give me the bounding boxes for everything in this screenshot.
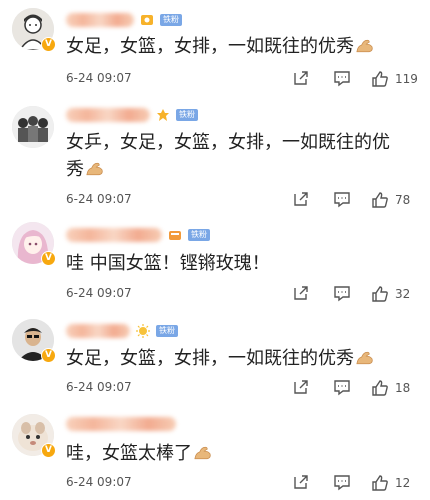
- thumbs-up-icon: [372, 71, 388, 87]
- comment-text: 女足，女篮，女排，一如既往的优秀: [66, 33, 400, 60]
- share-icon[interactable]: [292, 69, 312, 89]
- blurred-username: [66, 108, 150, 122]
- thumbs-up-icon: [372, 380, 388, 396]
- flexed-biceps-icon: [194, 446, 211, 460]
- avatar[interactable]: V: [12, 222, 56, 266]
- comment-time: 6-24 09:07: [66, 475, 132, 489]
- comment-time: 6-24 09:07: [66, 192, 132, 206]
- username-row[interactable]: 铁粉: [66, 226, 210, 244]
- comment-meta: 6-24 09:07 12: [66, 473, 418, 493]
- like-count: 18: [395, 381, 411, 395]
- verified-badge-icon: V: [41, 348, 56, 363]
- share-icon[interactable]: [292, 284, 312, 304]
- blurred-username: [66, 228, 162, 242]
- comment-time: 6-24 09:07: [66, 286, 132, 300]
- blurred-username: [66, 13, 134, 27]
- avatar[interactable]: [12, 106, 54, 148]
- comment-icon[interactable]: [333, 190, 353, 210]
- comment-meta: 6-24 09:07 78: [66, 190, 418, 210]
- comment-text: 哇 中国女篮！铿锵玫瑰！: [66, 253, 270, 274]
- username-row[interactable]: [66, 415, 176, 433]
- fan-level-icon: [136, 324, 150, 338]
- comment-icon[interactable]: [333, 284, 353, 304]
- flexed-biceps-icon: [356, 39, 373, 53]
- username-row[interactable]: 铁粉: [66, 11, 182, 29]
- comment-icon[interactable]: [333, 378, 353, 398]
- username-row[interactable]: 铁粉: [66, 322, 178, 340]
- blurred-username: [66, 324, 130, 338]
- avatar[interactable]: V: [12, 319, 56, 363]
- username-row[interactable]: 铁粉: [66, 106, 198, 124]
- like-count: 119: [395, 72, 418, 86]
- fan-badge: 铁粉: [160, 14, 182, 26]
- comment-time: 6-24 09:07: [66, 380, 132, 394]
- flexed-biceps-icon: [356, 351, 373, 365]
- thumbs-up-icon: [372, 475, 388, 491]
- comment-meta: 6-24 09:07 32: [66, 284, 418, 304]
- comment-icon[interactable]: [333, 69, 353, 89]
- fan-badge: 铁粉: [188, 229, 210, 241]
- like-button[interactable]: 119: [371, 69, 418, 89]
- like-button[interactable]: 18: [371, 378, 410, 398]
- verified-badge-icon: V: [41, 37, 56, 52]
- fan-level-icon: [169, 231, 181, 240]
- fan-level-icon: [141, 15, 153, 25]
- thumbs-up-icon: [372, 192, 388, 208]
- fan-badge: 铁粉: [156, 325, 178, 337]
- like-count: 32: [395, 287, 411, 301]
- like-button[interactable]: 78: [371, 190, 410, 210]
- comment-meta: 6-24 09:07 119: [66, 69, 418, 89]
- share-icon[interactable]: [292, 378, 312, 398]
- like-button[interactable]: 32: [371, 284, 410, 304]
- comment-meta: 6-24 09:07 18: [66, 378, 418, 398]
- avatar[interactable]: V: [12, 8, 56, 52]
- comment-time: 6-24 09:07: [66, 71, 132, 85]
- thumbs-up-icon: [372, 286, 388, 302]
- comment-text: 女足，女篮，女排，一如既往的优秀: [66, 345, 400, 372]
- fan-level-icon: [157, 109, 169, 121]
- comment-text: 哇，女篮太棒了: [66, 440, 400, 467]
- avatar[interactable]: V: [12, 414, 56, 458]
- like-count: 78: [395, 193, 411, 207]
- verified-badge-icon: V: [41, 443, 56, 458]
- share-icon[interactable]: [292, 190, 312, 210]
- comment-text: 女乒，女足，女篮，女排，一如既往的优秀: [66, 132, 390, 180]
- comment-icon[interactable]: [333, 473, 353, 493]
- like-button[interactable]: 12: [371, 473, 410, 493]
- verified-badge-icon: V: [41, 251, 56, 266]
- fan-badge: 铁粉: [176, 109, 198, 121]
- share-icon[interactable]: [292, 473, 312, 493]
- blurred-username: [66, 417, 176, 431]
- like-count: 12: [395, 476, 411, 490]
- flexed-biceps-icon: [86, 162, 103, 176]
